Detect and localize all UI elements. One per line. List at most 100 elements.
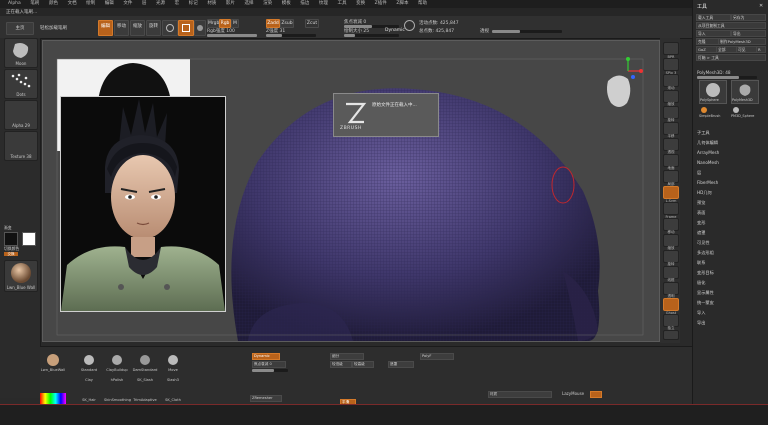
rotate-button[interactable]: 旋转 bbox=[146, 20, 161, 36]
brush-thumb-skinsmoothing[interactable]: SkinSmoothing bbox=[104, 393, 131, 403]
bottom-slider[interactable] bbox=[252, 369, 288, 372]
copy-tool-button[interactable]: 从项目复制工具 bbox=[696, 22, 766, 29]
lightbox-brushes-label[interactable]: 轻松加载笔刷 bbox=[40, 25, 67, 31]
menu-item-layer[interactable]: 层 bbox=[142, 0, 147, 8]
scroll-button[interactable]: 滚动 bbox=[663, 74, 679, 90]
lsym-button[interactable]: L.Sym bbox=[663, 186, 679, 203]
bpr-button[interactable]: BPR bbox=[663, 42, 679, 59]
menu-item-draw[interactable]: 绘制 bbox=[86, 0, 95, 8]
material-thumb[interactable]: Lwn_Blue Wall bbox=[4, 260, 38, 292]
all-button[interactable]: 全部 bbox=[716, 46, 737, 53]
visible-button[interactable]: 可见 bbox=[736, 46, 757, 53]
floor-button[interactable]: 地面 bbox=[663, 154, 679, 170]
brush-thumb-damstandard[interactable]: DamStandard bbox=[133, 353, 157, 372]
menu-unified-skin[interactable]: 统一蒙皮 bbox=[697, 300, 714, 306]
menu-visibility[interactable]: 可见性 bbox=[697, 240, 710, 246]
goz-button[interactable]: GoZ bbox=[696, 46, 717, 53]
xpose-button[interactable] bbox=[663, 330, 679, 340]
export-button[interactable]: 导出 bbox=[731, 30, 766, 37]
tool-slider[interactable] bbox=[697, 76, 757, 79]
menu-item-edit[interactable]: 编辑 bbox=[105, 0, 114, 8]
tool-thumb-polymesh3d[interactable]: PolyMesh3D bbox=[731, 80, 759, 104]
import-button[interactable]: 导入 bbox=[696, 30, 731, 37]
menu-polypaint[interactable]: 极化 bbox=[697, 280, 705, 286]
spix-button[interactable]: SPix 3 bbox=[663, 58, 679, 75]
reference-image[interactable] bbox=[60, 96, 226, 312]
zremesher-button[interactable]: ZRemesher bbox=[250, 395, 282, 402]
clone-button[interactable]: 克隆 bbox=[696, 38, 719, 45]
stroke-thumb-dots[interactable]: Dots bbox=[4, 69, 38, 99]
menu-item-zplugin[interactable]: Z插件 bbox=[375, 0, 387, 8]
save-as-button[interactable]: 另存为 bbox=[731, 14, 766, 21]
menu-nanomesh[interactable]: NanoMesh bbox=[697, 160, 719, 165]
mrgb-button[interactable]: Mrgb bbox=[207, 19, 219, 28]
menu-display-properties[interactable]: 显示属性 bbox=[697, 290, 714, 296]
menu-masking[interactable]: 遮罩 bbox=[697, 230, 705, 236]
brush-thumb-hpolish[interactable]: hPolish bbox=[108, 372, 126, 386]
menu-geometry[interactable]: 几何体编辑 bbox=[697, 140, 718, 146]
menu-item-alpha[interactable]: Alpha bbox=[8, 0, 21, 8]
actual-button[interactable]: 旋转 bbox=[663, 106, 679, 122]
main-color-swatch[interactable] bbox=[22, 232, 36, 246]
draw-mode-button[interactable] bbox=[178, 20, 194, 36]
brush-thumb-claybuildup[interactable]: ClayBuildup bbox=[106, 353, 128, 372]
load-tool-button[interactable]: 载入工具 bbox=[696, 14, 731, 21]
lower-subdiv-button[interactable]: 较低级 bbox=[330, 361, 352, 368]
solo-button[interactable]: 独立 bbox=[663, 314, 679, 330]
menu-item-stencil[interactable]: 模板 bbox=[282, 0, 291, 8]
brush-thumb-sk-slash[interactable]: SK_Slash bbox=[136, 372, 154, 386]
scale-view-button[interactable]: 缩放 bbox=[663, 234, 679, 250]
rgb-intensity-slider[interactable] bbox=[207, 34, 257, 37]
zoom-button[interactable]: 缩放 bbox=[663, 90, 679, 106]
higher-subdiv-button[interactable]: 较高级 bbox=[352, 361, 374, 368]
brush-thumb-slash3[interactable]: Slash3 bbox=[164, 372, 182, 386]
perspective-slider[interactable] bbox=[492, 30, 562, 33]
menu-fibermesh[interactable]: FiberMesh bbox=[697, 180, 718, 185]
menu-item-light[interactable]: 光源 bbox=[156, 0, 165, 8]
menu-item-stroke[interactable]: 描边 bbox=[300, 0, 309, 8]
menu-export[interactable]: 导出 bbox=[697, 320, 705, 326]
menu-item-marker[interactable]: 标记 bbox=[189, 0, 198, 8]
dynamic-button[interactable]: Dynamic bbox=[252, 353, 280, 360]
menu-item-color[interactable]: 颜色 bbox=[49, 0, 58, 8]
menu-item-movie[interactable]: 影片 bbox=[226, 0, 235, 8]
tool-thumb-simplebrush[interactable]: SimpleBrush bbox=[699, 106, 725, 118]
brush-thumb-trimadaptive[interactable]: TrimAdaptive bbox=[133, 393, 157, 403]
bottom-material-thumb[interactable]: Lwn_BlueWall bbox=[41, 353, 65, 372]
menu-deformation[interactable]: 变形 bbox=[697, 220, 705, 226]
exchange-button[interactable]: 交换 bbox=[4, 252, 18, 256]
menu-hd-geometry[interactable]: HD几何 bbox=[697, 190, 712, 196]
make-polymesh-button[interactable]: 制作PolyMesh3D bbox=[718, 38, 766, 45]
persp-button[interactable]: 透视 bbox=[663, 138, 679, 154]
subdiv-button[interactable]: 细分 bbox=[330, 353, 364, 360]
menu-item-render[interactable]: 渲染 bbox=[263, 0, 272, 8]
menu-item-brush[interactable]: 笔刷 bbox=[30, 0, 39, 8]
menu-item-macro[interactable]: 宏 bbox=[175, 0, 180, 8]
polyf-toggle[interactable]: PolyF bbox=[420, 353, 454, 360]
brush-thumb-clay[interactable]: Clay bbox=[80, 372, 98, 386]
aahalf-button[interactable]: 平移 bbox=[663, 122, 679, 138]
menu-preview[interactable]: 预览 bbox=[697, 200, 705, 206]
home-button[interactable]: 主页 bbox=[6, 22, 34, 35]
brush-thumb-standard[interactable]: Standard bbox=[80, 353, 98, 372]
zsub-button[interactable]: Zsub bbox=[280, 19, 294, 28]
r-button[interactable]: R bbox=[756, 46, 766, 53]
menu-polygroups[interactable]: 多边形组 bbox=[697, 250, 714, 256]
focal-shift-field[interactable]: 焦点衰减 0 bbox=[252, 361, 286, 368]
frame-button[interactable]: Frame bbox=[663, 202, 679, 219]
document-canvas[interactable]: ZBRUSH 原始文件正在载入中... bbox=[42, 40, 660, 342]
scale-button[interactable]: 缩放 bbox=[130, 20, 145, 36]
lazy-mouse-toggle[interactable] bbox=[590, 391, 602, 398]
brush-thumb-sk-cloth[interactable]: SK_Cloth bbox=[164, 393, 182, 403]
close-icon[interactable]: ✕ bbox=[759, 3, 765, 9]
tool-thumb-pm3d-sphere[interactable]: PM3D_Sphere bbox=[731, 106, 761, 118]
menu-item-tool[interactable]: 工具 bbox=[337, 0, 346, 8]
menu-item-texture[interactable]: 纹理 bbox=[319, 0, 328, 8]
brush-thumb-moon[interactable]: Moon bbox=[4, 38, 38, 68]
material-field[interactable]: 材质 bbox=[488, 391, 552, 398]
brush-thumb-sk-hair[interactable]: SK_Hair bbox=[80, 393, 98, 403]
zadd-button[interactable]: Zadd bbox=[266, 19, 280, 28]
menu-item-document[interactable]: 文档 bbox=[68, 0, 77, 8]
texture-thumb[interactable]: Texture 38 bbox=[4, 131, 38, 161]
tool-thumb-polysphere[interactable]: PolySphere bbox=[699, 80, 727, 104]
